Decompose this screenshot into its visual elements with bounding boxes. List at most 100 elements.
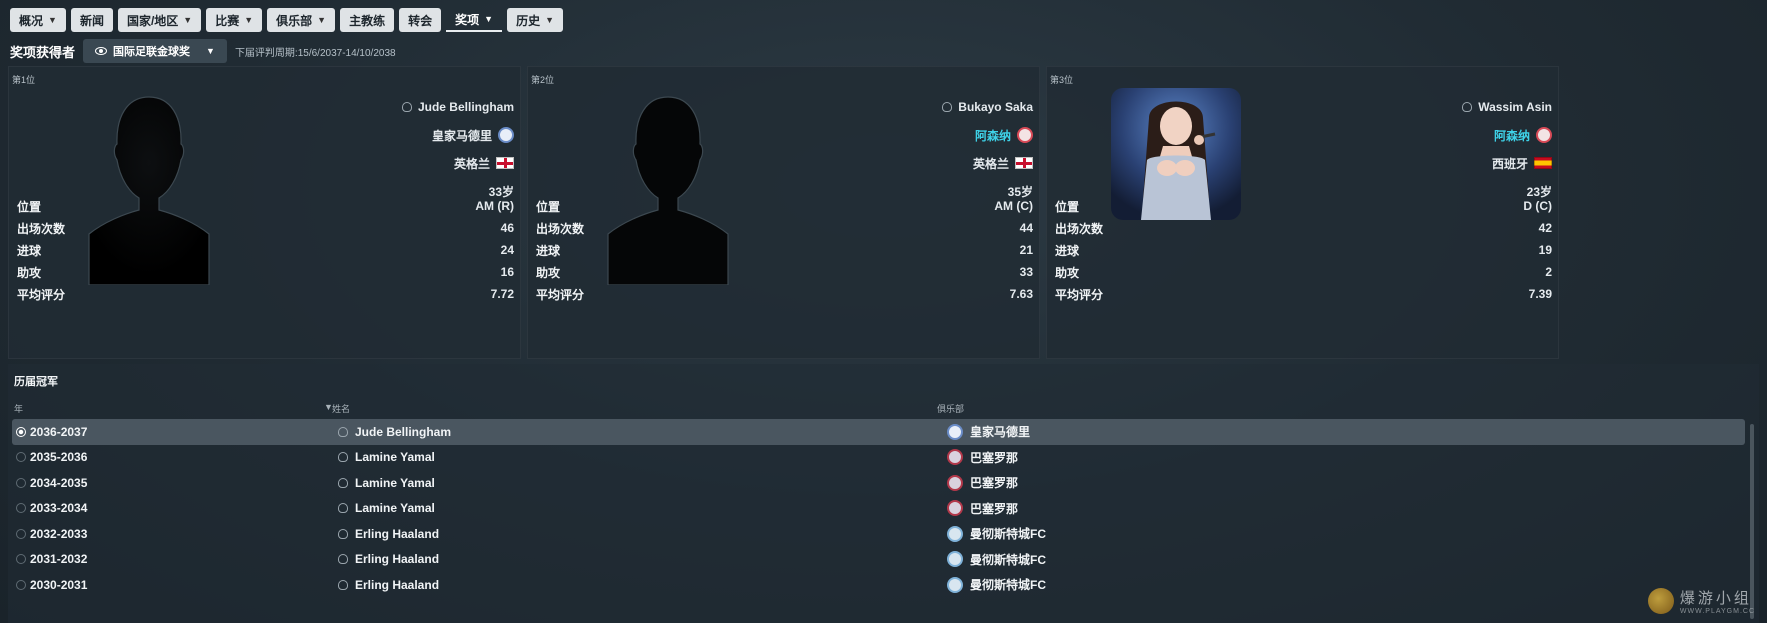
stat-value: D (C): [1523, 199, 1552, 213]
tab-label: 奖项: [455, 12, 480, 27]
table-row[interactable]: 2034-2035 Lamine Yamal 巴塞罗那: [12, 470, 1745, 496]
club-name: 巴塞罗那: [970, 450, 1019, 465]
watermark: 爆游小组 WWW.PLAYGM.CC: [1647, 587, 1755, 615]
manchester-city-crest-icon: [947, 576, 963, 593]
chevron-down-icon: ▼: [244, 15, 254, 25]
eye-icon: [95, 47, 108, 55]
row-radio[interactable]: [16, 579, 26, 590]
club-cell[interactable]: 曼彻斯特城FC: [947, 551, 1046, 568]
year-cell: 2031-2032: [30, 552, 88, 567]
tab-news[interactable]: 新闻: [70, 8, 113, 32]
player-info: Bukayo Saka 阿森纳 英格兰 35岁: [942, 93, 1033, 205]
year-cell: 2034-2035: [30, 475, 88, 490]
stat-row: 进球 19: [1055, 239, 1552, 261]
tab-awards[interactable]: 奖项 ▼: [446, 8, 503, 32]
row-radio[interactable]: [16, 554, 26, 565]
year-cell: 2036-2037: [30, 424, 88, 439]
stat-row: 出场次数 42: [1055, 217, 1552, 239]
nation-row[interactable]: 英格兰: [942, 149, 1033, 177]
column-header-club[interactable]: 俱乐部: [937, 402, 964, 415]
rank-label: 第3位: [1050, 75, 1074, 85]
player-name: Erling Haaland: [355, 577, 440, 592]
row-radio[interactable]: [16, 452, 26, 463]
player-cell[interactable]: Erling Haaland: [338, 527, 439, 541]
row-radio[interactable]: [16, 528, 26, 539]
club-row[interactable]: 阿森纳: [1462, 121, 1552, 149]
player-name-row[interactable]: Bukayo Saka: [942, 93, 1033, 121]
stat-label: 出场次数: [17, 221, 66, 236]
stat-value: 46: [500, 221, 514, 235]
tab-transfers[interactable]: 转会: [399, 8, 442, 32]
stat-value: 19: [1538, 243, 1552, 257]
row-radio[interactable]: [16, 426, 26, 437]
winners-list: 2036-2037 Jude Bellingham 皇家马德里 2035-203…: [12, 419, 1745, 598]
top-nav: 概况 ▼ 新闻 国家/地区 ▼ 比赛 ▼ 俱乐部 ▼ 主教练 转会 奖项 ▼ 历史 ▼: [10, 8, 563, 32]
stat-row: 出场次数 46: [17, 217, 514, 239]
stat-row: 位置 AM (C): [536, 195, 1033, 217]
table-row[interactable]: 2036-2037 Jude Bellingham 皇家马德里: [12, 419, 1745, 445]
tab-label: 主教练: [349, 13, 386, 28]
person-icon: [1462, 102, 1473, 112]
player-cell[interactable]: Lamine Yamal: [338, 501, 435, 515]
nation-row[interactable]: 英格兰: [402, 149, 514, 177]
player-name-row[interactable]: Wassim Asin: [1462, 93, 1552, 121]
stat-row: 助攻 2: [1055, 261, 1552, 283]
tab-label: 历史: [516, 13, 541, 28]
stat-label: 出场次数: [536, 221, 585, 236]
tab-overview[interactable]: 概况 ▼: [10, 8, 66, 32]
england-flag-icon: [496, 157, 514, 169]
stat-value: 7.63: [1009, 287, 1033, 301]
table-row[interactable]: 2033-2034 Lamine Yamal 巴塞罗那: [12, 496, 1745, 522]
table-row[interactable]: 2030-2031 Erling Haaland 曼彻斯特城FC: [12, 572, 1745, 598]
stat-label: 位置: [536, 199, 561, 214]
club-cell[interactable]: 巴塞罗那: [947, 474, 1018, 491]
tab-competitions[interactable]: 比赛 ▼: [206, 8, 263, 32]
stats-table: 位置 AM (R) 出场次数 46 进球 24 助攻 16 平均评分 7.72: [17, 195, 514, 305]
table-row[interactable]: 2032-2033 Erling Haaland 曼彻斯特城FC: [12, 521, 1745, 547]
club-cell[interactable]: 巴塞罗那: [947, 500, 1018, 517]
podium-card-1st: 第1位 Jude Bellingham 皇家马德里 英格兰 33岁 位置 AM (…: [8, 66, 521, 359]
year-cell: 2035-2036: [30, 450, 88, 465]
chevron-down-icon: ▼: [48, 15, 57, 25]
row-radio[interactable]: [16, 477, 26, 488]
stat-label: 平均评分: [536, 287, 585, 302]
tab-history[interactable]: 历史 ▼: [507, 8, 563, 32]
stats-table: 位置 D (C) 出场次数 42 进球 19 助攻 2 平均评分 7.39: [1055, 195, 1552, 305]
past-winners-panel: 历届冠军 年 ▼ 姓名 俱乐部 2036-2037 Jude Bellingha…: [8, 364, 1759, 623]
nation-row[interactable]: 西班牙: [1462, 149, 1552, 177]
column-header-name[interactable]: 姓名: [332, 402, 350, 415]
club-cell[interactable]: 曼彻斯特城FC: [947, 525, 1046, 542]
tab-clubs[interactable]: 俱乐部 ▼: [267, 8, 336, 32]
player-name: Jude Bellingham: [417, 100, 514, 114]
barcelona-crest-icon: [947, 449, 963, 466]
stat-value: 21: [1019, 243, 1033, 257]
table-row[interactable]: 2031-2032 Erling Haaland 曼彻斯特城FC: [12, 547, 1745, 573]
club-cell[interactable]: 曼彻斯特城FC: [947, 576, 1046, 593]
player-cell[interactable]: Erling Haaland: [338, 578, 439, 592]
england-flag-icon: [1015, 157, 1033, 169]
player-cell[interactable]: Lamine Yamal: [338, 450, 435, 464]
tab-managers[interactable]: 主教练: [340, 8, 395, 32]
stat-row: 平均评分 7.39: [1055, 283, 1552, 305]
club-cell[interactable]: 巴塞罗那: [947, 449, 1018, 466]
player-cell[interactable]: Erling Haaland: [338, 552, 439, 566]
person-icon: [338, 528, 348, 539]
award-selector-dropdown[interactable]: 国际足联金球奖 ▼: [83, 39, 227, 63]
column-header-year[interactable]: 年: [14, 402, 23, 415]
player-cell[interactable]: Lamine Yamal: [338, 476, 435, 490]
tab-nations[interactable]: 国家/地区 ▼: [117, 8, 202, 32]
table-row[interactable]: 2035-2036 Lamine Yamal 巴塞罗那: [12, 445, 1745, 471]
stat-label: 位置: [1055, 199, 1080, 214]
person-icon: [338, 452, 348, 463]
club-cell[interactable]: 皇家马德里: [947, 423, 1030, 440]
stat-value: 33: [1019, 265, 1033, 279]
player-cell[interactable]: Jude Bellingham: [338, 425, 451, 439]
player-name: Lamine Yamal: [355, 450, 435, 465]
row-radio[interactable]: [16, 503, 26, 514]
tab-label: 比赛: [215, 13, 240, 28]
club-row[interactable]: 阿森纳: [942, 121, 1033, 149]
player-name-row[interactable]: Jude Bellingham: [401, 93, 514, 121]
spain-flag-icon: [1534, 157, 1552, 169]
chevron-down-icon: ▼: [317, 15, 327, 25]
club-row[interactable]: 皇家马德里: [402, 121, 514, 149]
